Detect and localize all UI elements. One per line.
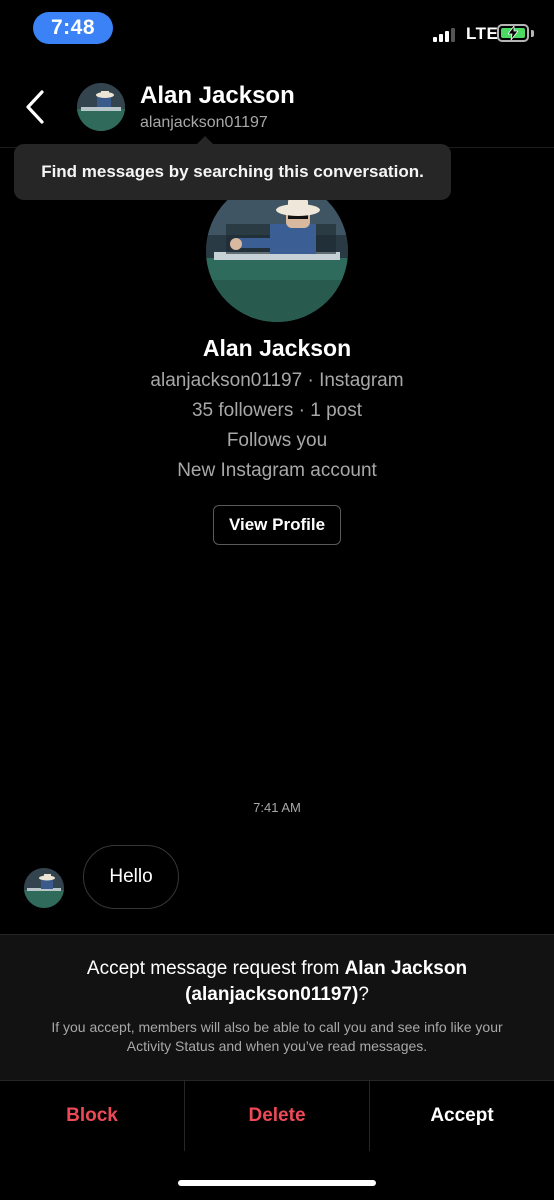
request-description: If you accept, members will also be able…: [51, 1019, 503, 1054]
block-button[interactable]: Block: [0, 1081, 184, 1151]
status-time: 7:48: [33, 12, 113, 44]
network-type: LTE: [466, 24, 499, 43]
delete-button[interactable]: Delete: [184, 1081, 369, 1151]
home-indicator[interactable]: [178, 1180, 376, 1186]
profile-stats: 35 followers · 1 post: [191, 400, 363, 421]
battery-tip: [531, 30, 534, 37]
message-timestamp: 7:41 AM: [253, 800, 301, 815]
profile-avatar[interactable]: [206, 180, 348, 322]
request-title: Accept message request from Alan Jackson…: [86, 958, 468, 1005]
header-avatar[interactable]: [77, 83, 125, 131]
search-tooltip[interactable]: Find messages by searching this conversa…: [14, 144, 451, 200]
back-button[interactable]: [22, 86, 52, 128]
view-profile-button[interactable]: View Profile: [213, 505, 341, 545]
sender-avatar[interactable]: [24, 868, 64, 908]
request-actions: Block Delete Accept: [0, 1080, 554, 1151]
header-username[interactable]: alanjackson01197: [140, 114, 268, 132]
battery-charging-icon: [497, 24, 529, 42]
cellular-signal-icon: [433, 26, 455, 42]
header-name[interactable]: Alan Jackson: [140, 82, 295, 110]
accept-button[interactable]: Accept: [369, 1081, 554, 1151]
profile-handle: alanjackson01197 · Instagram: [150, 370, 404, 391]
profile-account-status: New Instagram account: [177, 460, 377, 481]
profile-name: Alan Jackson: [202, 335, 352, 361]
message-bubble[interactable]: Hello: [83, 845, 179, 909]
chevron-left-icon: [26, 90, 44, 124]
profile-follows-you: Follows you: [226, 430, 328, 451]
